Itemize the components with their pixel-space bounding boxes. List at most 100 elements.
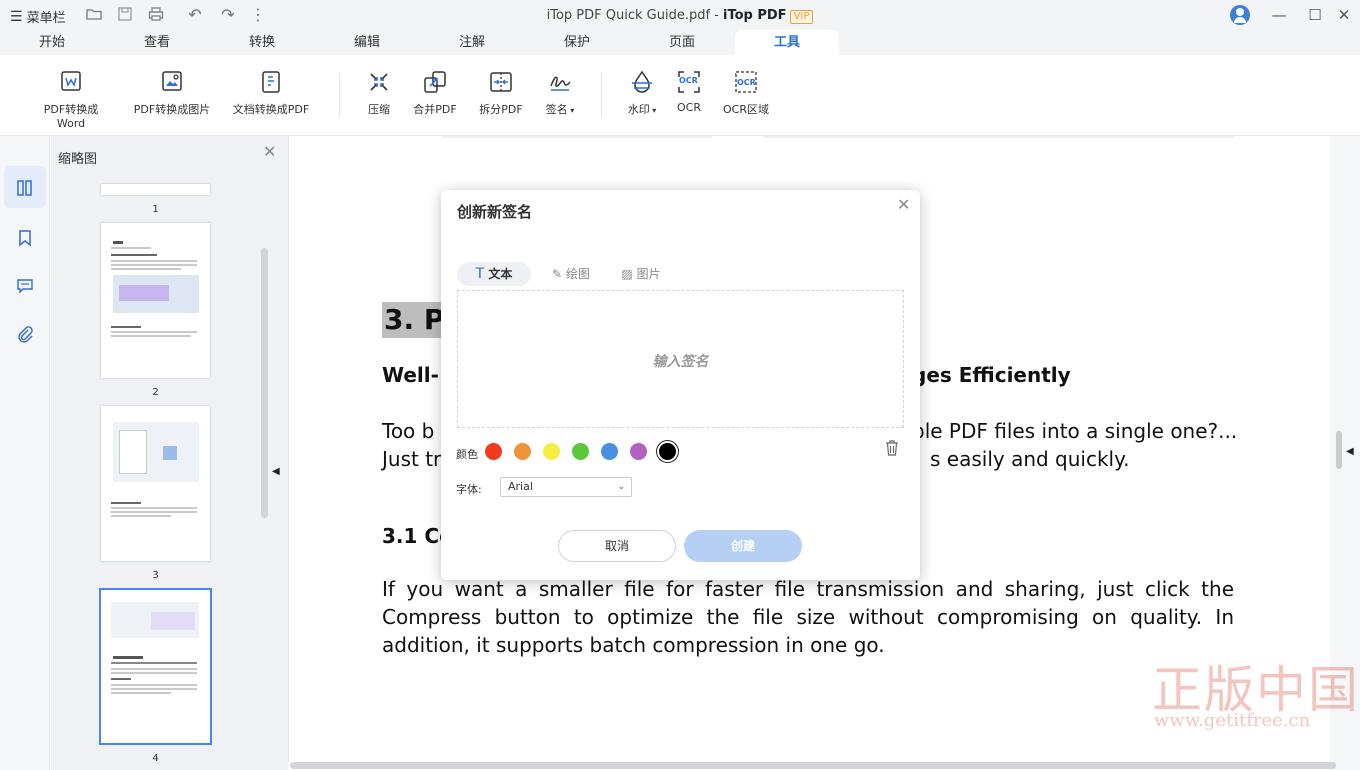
page-number-label: 1: [152, 204, 159, 215]
more-vertical-icon[interactable]: ⋮: [249, 6, 267, 24]
left-icon-rail: [0, 136, 50, 770]
main-tabs: 开始 查看 转换 编辑 注解 保护 页面 工具: [0, 30, 1360, 55]
title-bar: ☰ 菜单栏 ↶ ↷ ⋮ iTop PDF Quick Guide.pdf - i…: [0, 0, 1360, 30]
merge-label: 合并PDF: [413, 103, 457, 116]
tab-protect[interactable]: 保护: [525, 30, 629, 55]
tab-page[interactable]: 页面: [630, 30, 734, 55]
collapse-panel-arrow-icon[interactable]: ◀: [272, 466, 280, 477]
sign-button[interactable]: 签名 ▾: [541, 69, 579, 117]
page-number-label: 2: [152, 387, 159, 398]
ocr-area-button[interactable]: OCR区域: [722, 69, 770, 117]
dropdown-caret-icon: ▾: [649, 106, 657, 115]
tab-draw[interactable]: ✎ 绘图: [539, 262, 603, 286]
doc-text-line[interactable]: Too b: [382, 419, 434, 443]
signature-placeholder: 输入签名: [652, 354, 709, 370]
menu-button[interactable]: ☰ 菜单栏: [10, 7, 66, 27]
tab-image[interactable]: ▨ 图片: [611, 262, 671, 286]
doc-subheading-right[interactable]: ges Efficiently: [912, 363, 1071, 387]
tab-text[interactable]: T 文本: [457, 262, 531, 286]
close-dialog-icon[interactable]: ✕: [897, 195, 910, 214]
font-label: 字体:: [456, 483, 482, 496]
undo-icon[interactable]: ↶: [186, 6, 204, 24]
pen-icon: ✎: [552, 267, 563, 281]
watermark-url: www.getitfree.cn: [1154, 710, 1311, 731]
cancel-button[interactable]: 取消: [558, 530, 676, 562]
watermark-button[interactable]: 水印 ▾: [623, 69, 661, 117]
signature-input-area[interactable]: 输入签名: [457, 290, 904, 428]
merge-icon: [424, 71, 446, 93]
signature-icon: [550, 76, 571, 91]
save-icon[interactable]: [116, 6, 134, 24]
file-name: iTop PDF Quick Guide.pdf -: [546, 8, 723, 23]
pdf-to-word-icon: [61, 71, 81, 91]
doc-subheading-left[interactable]: Well-: [382, 363, 439, 387]
tab-view[interactable]: 查看: [105, 30, 209, 55]
color-swatch-black[interactable]: [659, 443, 676, 460]
color-swatch-red[interactable]: [485, 443, 502, 460]
dropdown-caret-icon: ▾: [567, 106, 575, 115]
user-avatar-icon[interactable]: [1230, 5, 1250, 25]
doc-to-pdf-label: 文档转换成PDF: [232, 103, 310, 116]
page-thumbnail-4[interactable]: [99, 588, 212, 745]
split-pdf-button[interactable]: 拆分PDF: [478, 69, 524, 117]
doc-to-pdf-icon: [262, 71, 280, 93]
pdf-to-image-button[interactable]: PDF转换成图片: [132, 69, 212, 117]
pdf-to-image-label: PDF转换成图片: [133, 103, 211, 116]
thumbnails-panel-icon[interactable]: [4, 166, 46, 208]
font-select[interactable]: Arial ⌄: [500, 477, 632, 497]
create-button[interactable]: 创建: [684, 530, 802, 562]
tab-tools[interactable]: 工具: [735, 30, 839, 55]
color-swatch-yellow[interactable]: [543, 443, 560, 460]
ribbon-separator: [601, 73, 602, 117]
tab-edit[interactable]: 编辑: [315, 30, 419, 55]
color-swatch-blue[interactable]: [601, 443, 618, 460]
tab-draw-label: 绘图: [565, 267, 590, 281]
pdf-to-image-icon: [162, 71, 182, 91]
menu-label: 菜单栏: [26, 11, 66, 26]
tab-annotate[interactable]: 注解: [420, 30, 524, 55]
tools-ribbon: PDF转换成Word PDF转换成图片 文档转换成PDF 压缩 合并PDF 拆分…: [0, 55, 1360, 136]
print-icon[interactable]: [147, 6, 165, 24]
ocr-area-icon-text: OCR: [737, 78, 756, 87]
ribbon-separator: [339, 73, 340, 117]
thumbnail-panel: 缩略图 ✕ 1 2 3 4 ◀: [51, 136, 288, 770]
maximize-icon[interactable]: ☐: [1305, 5, 1325, 25]
page-number-label: 4: [152, 753, 159, 764]
expand-right-panel-arrow-icon[interactable]: ◀: [1346, 446, 1354, 457]
close-panel-icon[interactable]: ✕: [263, 142, 276, 161]
comment-icon[interactable]: [4, 264, 46, 306]
attachment-icon[interactable]: [4, 312, 46, 354]
color-swatch-purple[interactable]: [630, 443, 647, 460]
window-title: iTop PDF Quick Guide.pdf - iTop PDF VIP: [0, 8, 1360, 24]
tab-convert[interactable]: 转换: [210, 30, 314, 55]
tab-image-label: 图片: [636, 267, 661, 281]
doc-paragraph[interactable]: If you want a smaller file for faster fi…: [382, 575, 1234, 659]
thumbnail-scrollbar[interactable]: [261, 248, 268, 518]
chevron-down-icon: ⌄: [617, 482, 625, 492]
minimize-icon[interactable]: —: [1269, 5, 1289, 25]
compress-label: 压缩: [368, 103, 390, 116]
document-horizontal-scrollbar[interactable]: [290, 762, 1336, 769]
document-vertical-scrollbar[interactable]: [1336, 431, 1342, 469]
bookmark-icon[interactable]: [4, 216, 46, 258]
color-swatch-orange[interactable]: [514, 443, 531, 460]
close-window-icon[interactable]: ✕: [1334, 5, 1354, 25]
tab-start[interactable]: 开始: [0, 30, 104, 55]
doc-text-line[interactable]: s easily and quickly.: [930, 447, 1129, 471]
pdf-to-word-button[interactable]: PDF转换成Word: [30, 69, 112, 130]
page-thumbnail-1[interactable]: [101, 184, 210, 195]
doc-text-line[interactable]: ple PDF files into a single one?...: [912, 419, 1237, 443]
ocr-area-label: OCR区域: [723, 103, 769, 116]
doc-to-pdf-button[interactable]: 文档转换成PDF: [230, 69, 312, 117]
pdf-to-word-label: PDF转换成Word: [43, 103, 99, 130]
hamburger-icon: ☰: [10, 8, 23, 25]
page-thumbnail-3[interactable]: [101, 406, 210, 561]
doc-text-line[interactable]: Just tr: [382, 447, 441, 471]
page-thumbnail-2[interactable]: [101, 223, 210, 378]
merge-pdf-button[interactable]: 合并PDF: [412, 69, 458, 117]
compress-button[interactable]: 压缩: [362, 69, 396, 117]
trash-icon[interactable]: [885, 440, 899, 460]
redo-icon[interactable]: ↷: [219, 6, 237, 24]
color-swatch-green[interactable]: [572, 443, 589, 460]
open-folder-icon[interactable]: [85, 6, 103, 24]
